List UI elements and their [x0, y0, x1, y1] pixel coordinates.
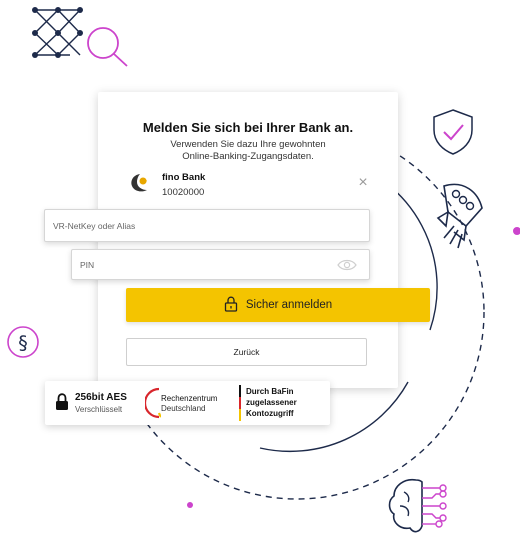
username-field[interactable]: VR-NetKey oder Alias — [44, 209, 370, 242]
back-label: Zurück — [233, 347, 260, 357]
germany-arc-icon — [143, 387, 162, 424]
shield-check-icon — [430, 108, 476, 156]
lock-icon — [55, 393, 69, 416]
trust-badges: 256bit AES Verschlüsselt Rechenzentrum D… — [45, 381, 330, 425]
username-placeholder: VR-NetKey oder Alias — [53, 220, 136, 231]
rocket-icon — [436, 180, 492, 252]
secure-login-label: Sicher anmelden — [245, 299, 333, 311]
svg-text:§: § — [18, 332, 28, 354]
datacenter-line1: Rechenzentrum — [161, 394, 218, 403]
login-title: Melden Sie sich bei Ihrer Bank an. — [142, 120, 354, 135]
pin-placeholder: PIN — [80, 259, 95, 270]
datacenter-line2: Deutschland — [161, 404, 206, 413]
bank-logo-icon — [128, 172, 154, 199]
secure-login-button[interactable]: Sicher anmelden — [126, 288, 430, 322]
aes-title: 256bit AES — [75, 392, 127, 403]
login-subtitle: Verwenden Sie dazu Ihre gewohnten Online… — [170, 139, 326, 162]
bank-code: 10020000 — [162, 187, 205, 198]
bafin-line1: Durch BaFin — [246, 387, 294, 396]
network-search-icon — [30, 5, 130, 69]
brain-circuit-icon — [386, 476, 452, 536]
eye-icon[interactable] — [337, 259, 357, 273]
aes-subtitle: Verschlüsselt — [75, 405, 123, 414]
bank-name: fino Bank — [162, 172, 206, 183]
german-flag-bar — [239, 385, 241, 421]
bafin-line3: Kontozugriff — [246, 409, 294, 418]
paragraph-icon: § — [6, 325, 40, 359]
pin-field[interactable]: PIN — [71, 249, 370, 280]
back-button[interactable]: Zurück — [126, 338, 367, 366]
lock-icon — [224, 296, 238, 315]
close-icon[interactable]: × — [356, 175, 370, 191]
bafin-line2: zugelassener — [246, 398, 297, 407]
